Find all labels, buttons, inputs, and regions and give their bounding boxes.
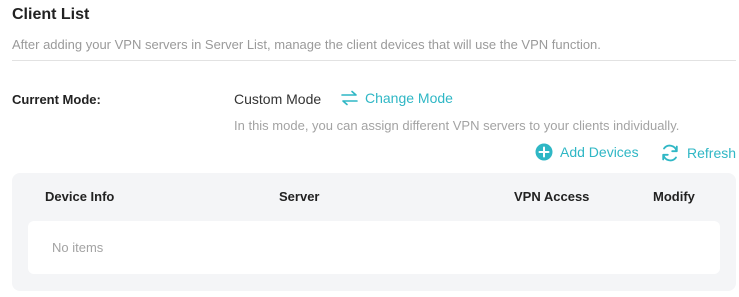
refresh-button[interactable]: Refresh [660,143,736,163]
change-mode-label: Change Mode [365,90,453,106]
column-header-device-info: Device Info [45,189,115,204]
empty-table-body: No items [28,221,720,274]
add-devices-label: Add Devices [560,144,639,160]
column-header-modify: Modify [653,189,695,204]
client-table: Device Info Server VPN Access Modify No … [12,173,736,291]
current-mode-label: Current Mode: [12,92,101,107]
plus-circle-icon [535,143,553,161]
title-divider [12,60,736,61]
page-description: After adding your VPN servers in Server … [12,37,601,52]
column-header-server: Server [279,189,320,204]
mode-hint-text: In this mode, you can assign different V… [234,118,680,133]
page-title: Client List [12,6,90,23]
column-header-vpn-access: VPN Access [514,189,590,204]
refresh-icon [660,143,680,163]
empty-state-text: No items [52,240,104,255]
current-mode-value: Custom Mode [234,91,322,107]
add-devices-button[interactable]: Add Devices [535,143,639,161]
change-mode-button[interactable]: Change Mode [340,90,453,106]
refresh-label: Refresh [687,145,737,161]
swap-arrows-icon [340,90,359,106]
